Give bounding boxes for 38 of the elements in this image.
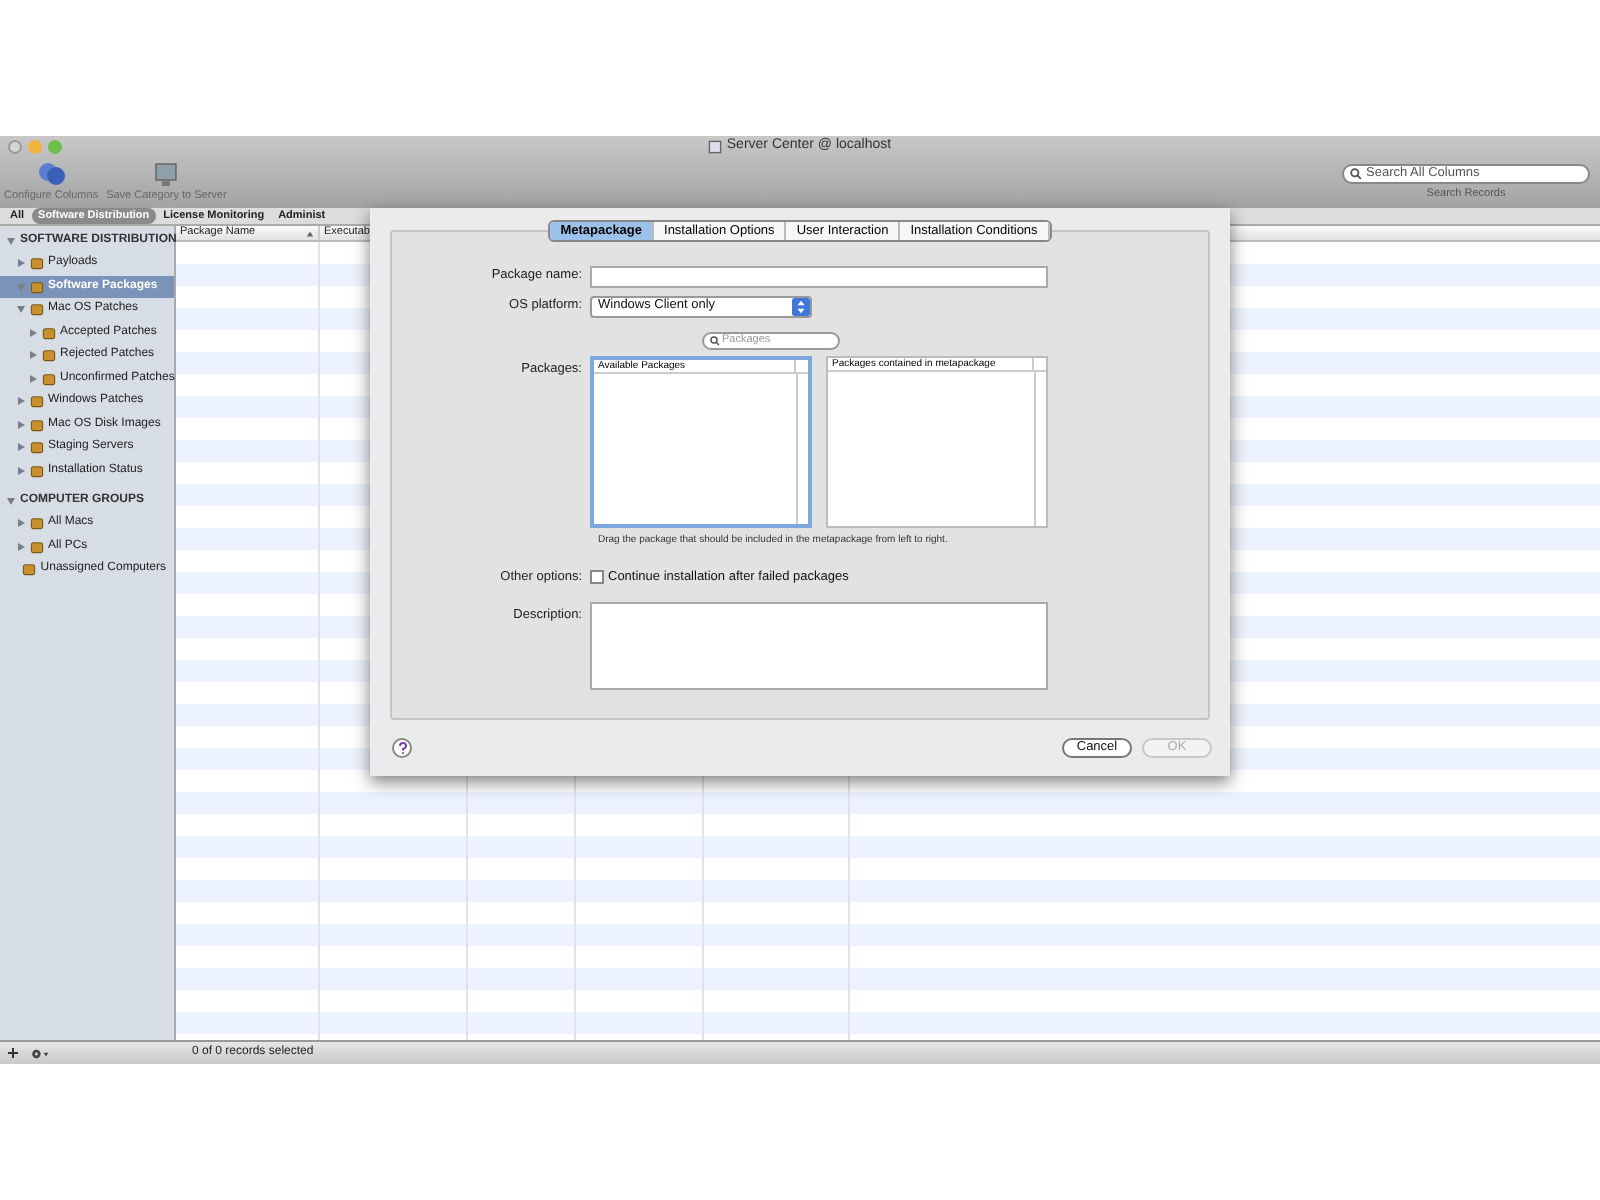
search-icon <box>710 336 720 346</box>
search-icon <box>1350 167 1362 180</box>
box-icon <box>30 256 44 271</box>
box-icon <box>30 463 44 478</box>
collapsed-triangle-icon[interactable] <box>28 373 38 384</box>
description-field[interactable] <box>590 602 1048 691</box>
computer-icon <box>152 159 181 188</box>
expanded-triangle-icon[interactable] <box>6 236 16 246</box>
box-icon <box>30 417 44 432</box>
collapsed-triangle-icon[interactable] <box>28 350 38 361</box>
box-icon <box>42 348 56 363</box>
collapsed-triangle-icon[interactable] <box>16 396 26 407</box>
add-icon[interactable] <box>8 1048 18 1058</box>
collapsed-triangle-icon[interactable] <box>16 541 26 552</box>
box-icon <box>30 440 44 455</box>
stepper-arrows-icon <box>792 297 810 315</box>
box-icon <box>30 302 44 317</box>
box-icon <box>42 371 56 386</box>
collapsed-triangle-icon[interactable] <box>16 465 26 476</box>
box-icon <box>30 279 44 294</box>
sort-arrow-icon <box>306 229 314 237</box>
collapsed-triangle-icon[interactable] <box>28 327 38 338</box>
expanded-triangle-icon[interactable] <box>16 304 26 315</box>
help-button[interactable] <box>392 738 412 758</box>
collapsed-triangle-icon[interactable] <box>16 518 26 529</box>
box-icon <box>30 394 44 409</box>
expanded-triangle-icon[interactable] <box>6 496 16 506</box>
box-icon <box>30 516 44 531</box>
collapsed-triangle-icon[interactable] <box>16 442 26 453</box>
box-icon <box>30 539 44 554</box>
collapsed-triangle-icon[interactable] <box>16 258 26 269</box>
question-mark-icon <box>397 742 407 754</box>
package-name-field[interactable] <box>590 265 1048 287</box>
collapsed-triangle-icon[interactable] <box>16 419 26 430</box>
box-icon <box>42 325 56 340</box>
gear-icon[interactable] <box>30 1047 50 1059</box>
close-button[interactable] <box>8 140 22 154</box>
box-icon <box>22 562 37 577</box>
